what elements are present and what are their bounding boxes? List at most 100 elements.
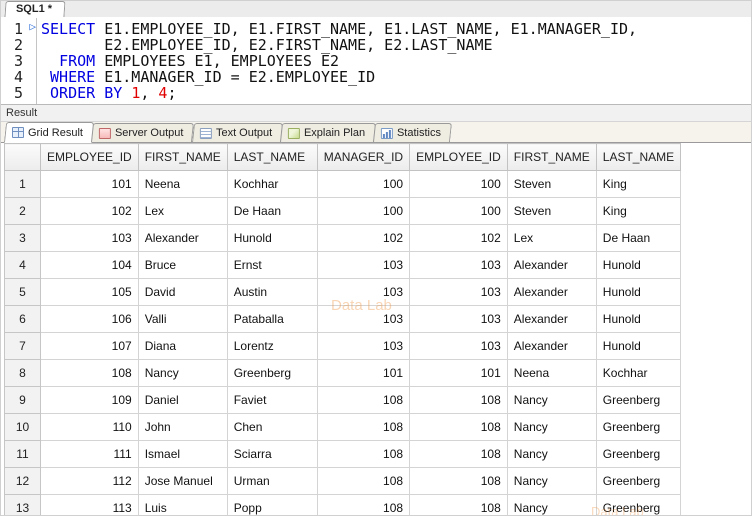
cell[interactable]: Steven	[506, 170, 597, 198]
row-number[interactable]: 10	[4, 413, 41, 441]
row-number[interactable]: 5	[4, 278, 41, 306]
cell[interactable]: John	[137, 413, 228, 441]
cell[interactable]: Luis	[137, 494, 228, 515]
cell[interactable]: Nancy	[506, 440, 597, 468]
cell[interactable]: Jose Manuel	[137, 467, 228, 495]
cell[interactable]: Hunold	[595, 305, 682, 333]
cell[interactable]: 107	[40, 332, 139, 360]
cell[interactable]: 103	[409, 332, 508, 360]
cell[interactable]: Pataballa	[226, 305, 318, 333]
cell[interactable]: Neena	[506, 359, 597, 387]
cell[interactable]: King	[595, 197, 682, 225]
cell[interactable]: 106	[40, 305, 139, 333]
column-header[interactable]: LAST_NAME	[595, 143, 682, 171]
cell[interactable]: Greenberg	[595, 413, 682, 441]
code-area[interactable]: SELECT E1.EMPLOYEE_ID, E1.FIRST_NAME, E1…	[37, 18, 751, 104]
cell[interactable]: Steven	[506, 197, 597, 225]
row-number[interactable]: 9	[4, 386, 41, 414]
cell[interactable]: 111	[40, 440, 139, 468]
cell[interactable]: 102	[316, 224, 411, 252]
cell[interactable]: 113	[40, 494, 139, 515]
cell[interactable]: 103	[409, 305, 508, 333]
grid-corner[interactable]	[4, 143, 41, 171]
cell[interactable]: Greenberg	[595, 494, 682, 515]
cell[interactable]: Nancy	[506, 413, 597, 441]
row-number[interactable]: 8	[4, 359, 41, 387]
tab-explain-plan[interactable]: Explain Plan	[279, 123, 376, 142]
cell[interactable]: Nancy	[137, 359, 228, 387]
cell[interactable]: 108	[316, 467, 411, 495]
cell[interactable]: 105	[40, 278, 139, 306]
sql-editor[interactable]: 1 ▷ 2 3 4 5 SELECT E1.EMPLOYEE_ID, E1.FIRST_N…	[1, 18, 751, 104]
cell[interactable]: 100	[409, 197, 508, 225]
cell[interactable]: 108	[316, 494, 411, 515]
cell[interactable]: 100	[316, 197, 411, 225]
cell[interactable]: Hunold	[595, 332, 682, 360]
column-header[interactable]: FIRST_NAME	[506, 143, 597, 171]
cell[interactable]: Alexander	[506, 305, 597, 333]
cell[interactable]: Hunold	[226, 224, 318, 252]
column-header[interactable]: LAST_NAME	[226, 143, 318, 171]
cell[interactable]: 100	[409, 170, 508, 198]
cell[interactable]: 103	[316, 278, 411, 306]
cell[interactable]: 102	[409, 224, 508, 252]
cell[interactable]: Kochhar	[595, 359, 682, 387]
cell[interactable]: 103	[316, 251, 411, 279]
tab-grid-result[interactable]: Grid Result	[3, 122, 95, 143]
row-number[interactable]: 2	[4, 197, 41, 225]
cell[interactable]: Bruce	[137, 251, 228, 279]
cell[interactable]: 108	[316, 413, 411, 441]
cell[interactable]: De Haan	[226, 197, 318, 225]
column-header[interactable]: MANAGER_ID	[316, 143, 411, 171]
cell[interactable]: Sciarra	[226, 440, 318, 468]
cell[interactable]: Nancy	[506, 467, 597, 495]
row-number[interactable]: 3	[4, 224, 41, 252]
cell[interactable]: Hunold	[595, 278, 682, 306]
cell[interactable]: Kochhar	[226, 170, 318, 198]
cell[interactable]: Alexander	[506, 332, 597, 360]
cell[interactable]: 103	[409, 278, 508, 306]
row-number[interactable]: 1	[4, 170, 41, 198]
cell[interactable]: Ismael	[137, 440, 228, 468]
cell[interactable]: Diana	[137, 332, 228, 360]
cell[interactable]: Urman	[226, 467, 318, 495]
tab-server-output[interactable]: Server Output	[91, 123, 195, 142]
cell[interactable]: 103	[40, 224, 139, 252]
cell[interactable]: 103	[316, 332, 411, 360]
cell[interactable]: Lex	[506, 224, 597, 252]
cell[interactable]: Greenberg	[595, 386, 682, 414]
cell[interactable]: Ernst	[226, 251, 318, 279]
cell[interactable]: Faviet	[226, 386, 318, 414]
cell[interactable]: 108	[40, 359, 139, 387]
cell[interactable]: 108	[409, 440, 508, 468]
column-header[interactable]: EMPLOYEE_ID	[40, 143, 139, 171]
cell[interactable]: 101	[316, 359, 411, 387]
cell[interactable]: Valli	[137, 305, 228, 333]
row-number[interactable]: 4	[4, 251, 41, 279]
cell[interactable]: 109	[40, 386, 139, 414]
tab-sql1[interactable]: SQL1 *	[4, 1, 66, 17]
tab-text-output[interactable]: Text Output	[191, 123, 283, 142]
cell[interactable]: 108	[409, 413, 508, 441]
column-header[interactable]: EMPLOYEE_ID	[409, 143, 508, 171]
cell[interactable]: Neena	[137, 170, 228, 198]
cell[interactable]: Chen	[226, 413, 318, 441]
cell[interactable]: 100	[316, 170, 411, 198]
cell[interactable]: Greenberg	[595, 440, 682, 468]
row-number[interactable]: 11	[4, 440, 41, 468]
cell[interactable]: Hunold	[595, 251, 682, 279]
column-header[interactable]: FIRST_NAME	[137, 143, 228, 171]
cell[interactable]: 101	[40, 170, 139, 198]
cell[interactable]: 103	[316, 305, 411, 333]
cell[interactable]: 108	[316, 386, 411, 414]
cell[interactable]: 108	[409, 467, 508, 495]
cell[interactable]: 108	[409, 494, 508, 515]
cell[interactable]: 101	[409, 359, 508, 387]
cell[interactable]: De Haan	[595, 224, 682, 252]
cell[interactable]: Nancy	[506, 386, 597, 414]
row-number[interactable]: 6	[4, 305, 41, 333]
cell[interactable]: 104	[40, 251, 139, 279]
tab-statistics[interactable]: Statistics	[372, 123, 452, 142]
cell[interactable]: Greenberg	[595, 467, 682, 495]
cell[interactable]: Popp	[226, 494, 318, 515]
